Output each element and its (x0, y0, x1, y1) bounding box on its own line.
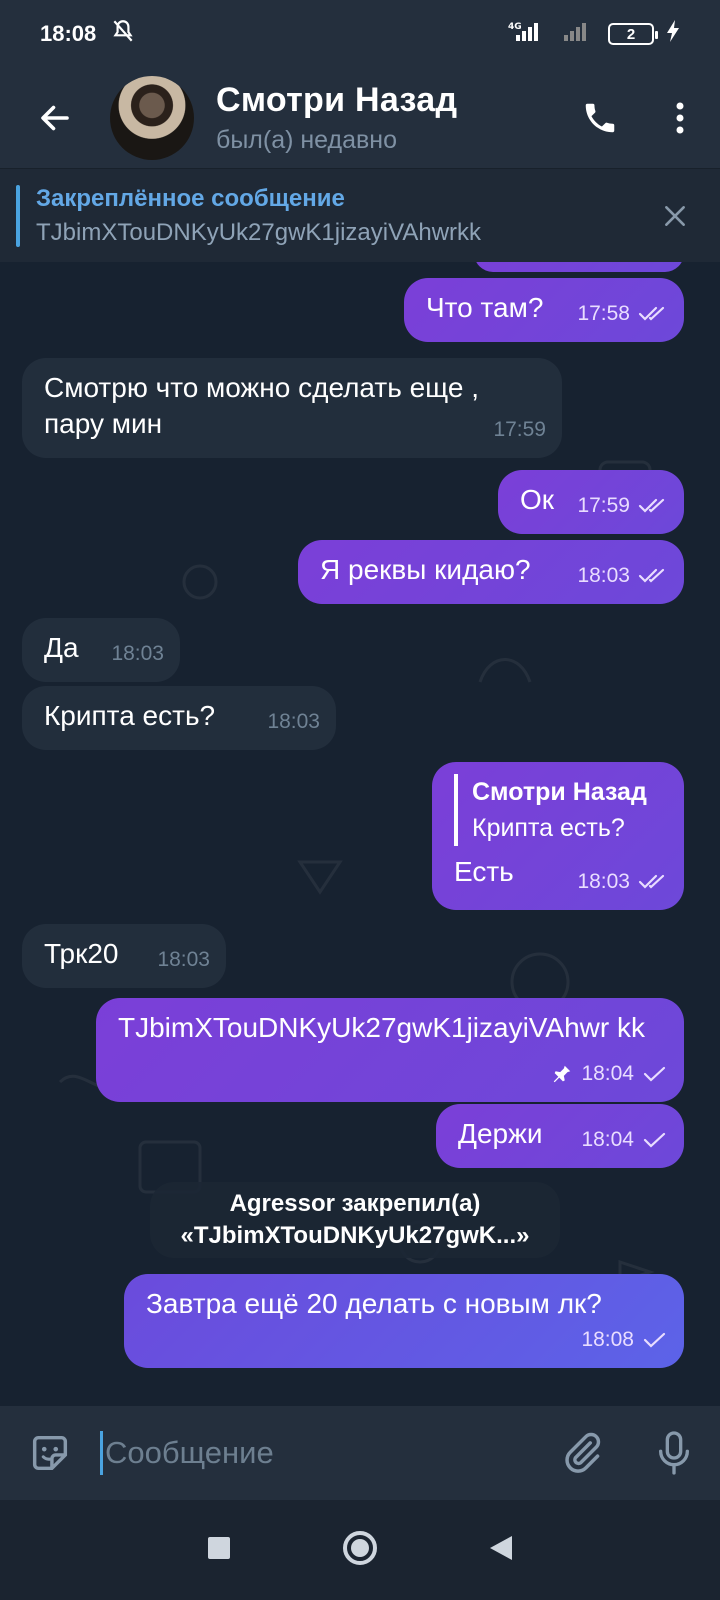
service-line-1: Agressor закрепил(а) (229, 1190, 481, 1217)
message-text: Ок (520, 484, 555, 515)
voice-record-button[interactable] (628, 1406, 720, 1500)
message-text: Да (44, 632, 79, 663)
message-bubble[interactable]: Что там? 17:58 (404, 278, 684, 342)
message-text: Смотрю что можно сделать еще , пару мин (44, 372, 479, 439)
charging-bolt-icon (666, 19, 680, 49)
message-text: Трк20 (44, 938, 119, 969)
single-check-icon (643, 1132, 666, 1148)
service-message: Agressor закрепил(а) «TJbimXTouDNKyUk27g… (150, 1182, 560, 1258)
home-button[interactable] (342, 1530, 378, 1571)
close-pinned-button[interactable] (630, 169, 720, 263)
message-text: Держи (458, 1118, 543, 1149)
double-check-icon (638, 498, 665, 513)
pin-icon (554, 1065, 571, 1083)
phone-icon (585, 103, 615, 133)
reply-message-bubble[interactable]: Смотри Назад Крипта есть? Есть 18:03 (432, 762, 684, 910)
message-bubble[interactable]: Смотрю что можно сделать еще , пару мин … (22, 358, 562, 458)
message-time: 18:03 (267, 710, 320, 733)
chat-title-area[interactable]: Смотри Назад был(а) недавно (216, 81, 560, 155)
signal-icon: 4G (508, 19, 548, 49)
more-menu-button[interactable] (640, 68, 720, 168)
last-seen-status: был(а) недавно (216, 126, 398, 154)
avatar[interactable] (110, 76, 194, 160)
message-text: Я реквы кидаю? (320, 554, 531, 585)
reply-author: Смотри Назад (472, 778, 647, 806)
message-time: 18:03 (157, 948, 210, 971)
message-bubble[interactable]: Трк20 18:03 (22, 924, 226, 988)
circle-icon (343, 1530, 377, 1565)
message-text: Есть (454, 856, 514, 887)
attach-button[interactable] (536, 1406, 628, 1500)
reply-text: Крипта есть? (472, 814, 625, 842)
silent-bell-icon (110, 18, 136, 50)
triangle-back-icon (490, 1535, 512, 1560)
message-text: TJbimXTouDNKyUk27gwK1jizayiVAhwr kk (118, 1012, 645, 1043)
pinned-message-bubble[interactable]: TJbimXTouDNKyUk27gwK1jizayiVAhwr kk 18:0… (96, 998, 684, 1102)
message-time: 18:03 (577, 564, 630, 587)
chat-title: Смотри Назад (216, 81, 458, 119)
chat-header: Смотри Назад был(а) недавно (0, 68, 720, 168)
system-navigation-bar (0, 1500, 720, 1600)
message-time: 18:03 (111, 642, 164, 665)
arrow-left-icon (41, 105, 69, 131)
pinned-text: TJbimXTouDNKyUk27gwK1jizayiVAhwrkk (36, 218, 482, 246)
pinned-message-bar[interactable]: Закреплённое сообщение TJbimXTouDNKyUk27… (0, 168, 720, 262)
sticker-icon (32, 1435, 68, 1471)
message-input-bar: Сообщение (0, 1406, 720, 1500)
message-bubble[interactable]: Да 18:03 (22, 618, 180, 682)
message-time: 18:03 (577, 870, 630, 893)
message-text: Что там? (426, 292, 544, 323)
text-caret (100, 1431, 103, 1475)
message-bubble[interactable]: Ок 17:59 (498, 470, 684, 534)
close-icon (665, 205, 685, 226)
message-text: Крипта есть? (44, 700, 216, 731)
signal-icon-2 (560, 19, 596, 49)
call-button[interactable] (560, 68, 640, 168)
single-check-icon (643, 1332, 666, 1348)
chat-area[interactable]: Что там? 17:58 Смотрю что можно сделать … (0, 262, 720, 1406)
status-time: 18:08 (40, 21, 97, 46)
message-time: 18:04 (581, 1128, 634, 1151)
pinned-indicator (16, 184, 20, 247)
double-check-icon (638, 874, 665, 889)
message-text: Завтра ещё 20 делать с новым лк? (146, 1288, 602, 1319)
message-input-placeholder: Сообщение (105, 1435, 274, 1470)
back-button[interactable] (0, 68, 110, 168)
double-check-icon (638, 306, 665, 321)
service-line-2: «TJbimXTouDNKyUk27gwK...» (180, 1222, 530, 1249)
message-bubble-partial[interactable] (474, 262, 684, 272)
message-time: 17:59 (577, 494, 630, 517)
message-bubble[interactable]: Крипта есть? 18:03 (22, 686, 336, 750)
double-check-icon (638, 568, 665, 583)
svg-text:4G: 4G (508, 22, 522, 32)
single-check-icon (643, 1066, 666, 1082)
message-bubble[interactable]: Держи 18:04 (436, 1104, 684, 1168)
message-time: 17:59 (493, 418, 546, 441)
more-vert-icon (676, 102, 684, 134)
message-bubble[interactable]: Завтра ещё 20 делать с новым лк? 18:08 (124, 1274, 684, 1368)
square-icon (208, 1536, 230, 1559)
emoji-button[interactable] (0, 1406, 100, 1500)
back-nav-button[interactable] (488, 1534, 514, 1567)
message-input[interactable]: Сообщение (100, 1431, 536, 1475)
message-time: 18:04 (581, 1062, 634, 1085)
microphone-icon (659, 1431, 689, 1475)
status-bar: 18:08 4G 2 (0, 0, 720, 68)
recents-button[interactable] (206, 1535, 232, 1566)
message-bubble[interactable]: Я реквы кидаю? 18:03 (298, 540, 684, 604)
paperclip-icon (565, 1432, 601, 1473)
pinned-title: Закреплённое сообщение (36, 184, 345, 212)
message-time: 17:58 (577, 302, 630, 325)
battery-icon: 2 (608, 23, 658, 45)
reply-preview[interactable]: Смотри Назад Крипта есть? (454, 774, 662, 846)
message-time: 18:08 (581, 1328, 634, 1351)
